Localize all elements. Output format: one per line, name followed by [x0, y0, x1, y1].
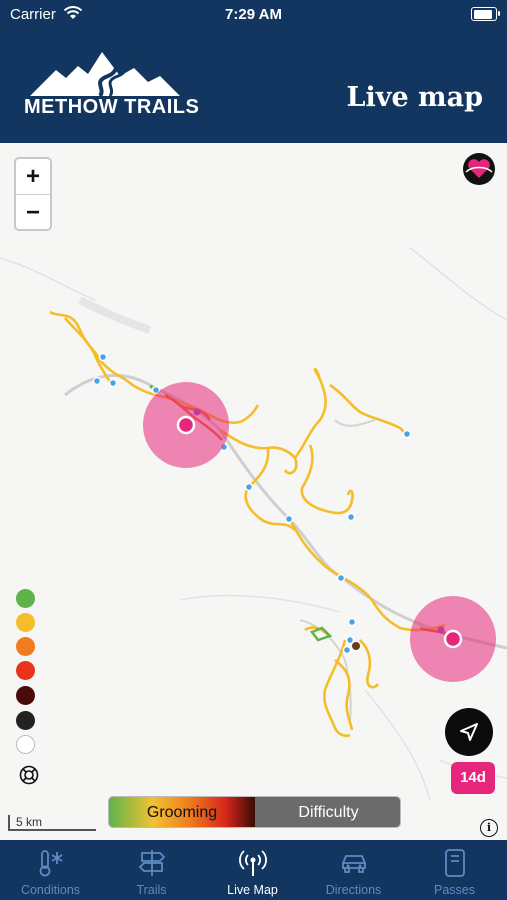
status-bar: Carrier 7:29 AM [0, 0, 507, 30]
tab-bar: Conditions Trails Live Map Directions Pa… [0, 840, 507, 900]
legend-swatch [16, 711, 35, 730]
pass-card-icon [445, 849, 465, 877]
legend-swatch [16, 661, 35, 680]
legend-swatch [16, 613, 35, 632]
page-title: Live map [346, 82, 483, 113]
tab-passes[interactable]: Passes [404, 840, 505, 900]
grooming-toggle[interactable]: Grooming [109, 797, 255, 827]
activity-hotspot-east[interactable] [410, 596, 496, 682]
legend-swatch [16, 637, 35, 656]
map-info-button[interactable]: i [480, 819, 498, 837]
heart-badge-icon[interactable] [460, 152, 498, 186]
legend-swatch [16, 589, 35, 608]
zoom-out-button[interactable]: − [16, 195, 50, 230]
layer-toggle: Grooming Difficulty [108, 796, 401, 828]
tab-label: Passes [434, 883, 475, 897]
zoom-controls: + − [14, 157, 52, 231]
tab-conditions[interactable]: Conditions [0, 840, 101, 900]
map-scale-bar: 5 km [8, 815, 96, 831]
difficulty-toggle[interactable]: Difficulty [255, 797, 400, 827]
activity-hotspot-west[interactable] [143, 382, 229, 468]
legend-swatch [16, 735, 35, 754]
zoom-in-button[interactable]: + [16, 159, 50, 195]
tab-directions[interactable]: Directions [303, 840, 404, 900]
tab-label: Trails [136, 883, 167, 897]
app-header: METHOW TRAILS Live map [0, 30, 507, 143]
logo-wordmark: METHOW TRAILS [24, 96, 200, 118]
tab-live-map[interactable]: Live Map [202, 840, 303, 900]
legend-swatch [16, 686, 35, 705]
live-map[interactable] [0, 143, 507, 840]
locate-me-button[interactable] [445, 708, 493, 756]
tab-label: Conditions [20, 883, 81, 897]
signpost-icon [138, 850, 166, 876]
scale-label: 5 km [16, 815, 43, 829]
battery-icon [471, 7, 500, 21]
time-range-button[interactable]: 14d [451, 762, 495, 794]
tab-label: Live Map [227, 883, 278, 897]
tab-trails[interactable]: Trails [101, 840, 202, 900]
lifebuoy-icon[interactable] [19, 765, 39, 785]
map-canvas[interactable] [0, 143, 507, 840]
thermometer-snowflake-icon [39, 850, 63, 877]
navigation-arrow-icon [460, 723, 478, 741]
clock: 7:29 AM [225, 6, 282, 23]
car-icon [342, 855, 366, 873]
tab-label: Directions [325, 883, 382, 897]
broadcast-antenna-icon [239, 850, 267, 876]
